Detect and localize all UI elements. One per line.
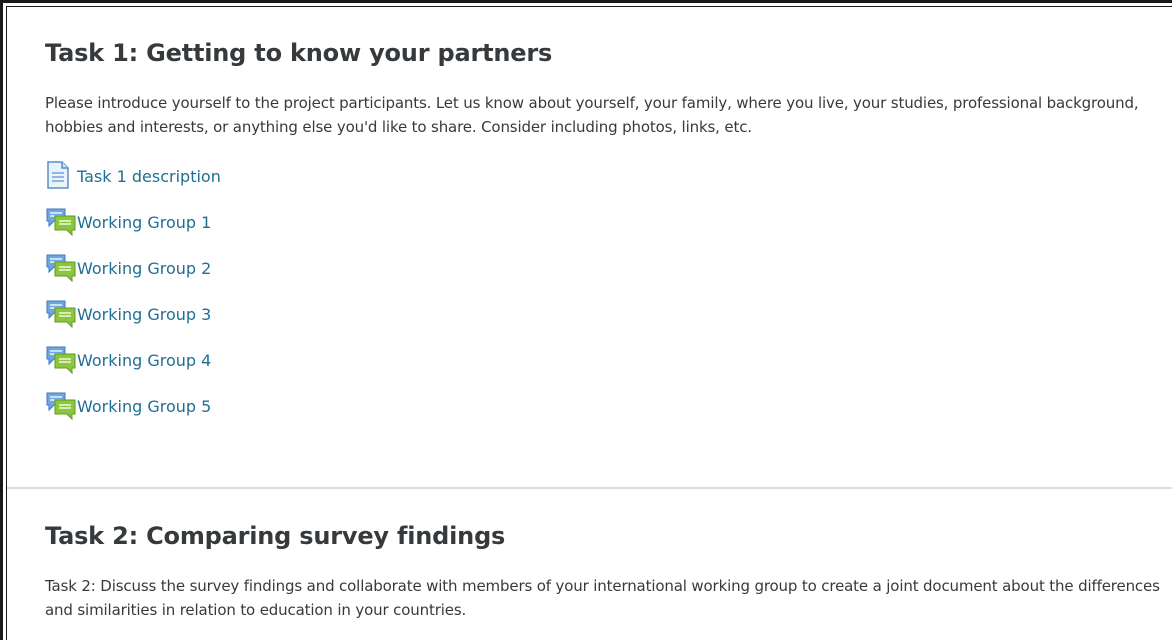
- activity-link[interactable]: Working Group 4: [77, 351, 211, 370]
- section-divider: [7, 487, 1172, 489]
- forum-icon: [45, 298, 77, 330]
- forum-icon: [45, 206, 77, 238]
- window-frame: Task 1: Getting to know your partners Pl…: [0, 0, 1172, 640]
- section-title: Task 2: Comparing survey findings: [45, 522, 506, 550]
- page-icon: [45, 160, 77, 192]
- activity-item-working-group-4[interactable]: Working Group 4: [45, 337, 1162, 383]
- course-section-task1: Task 1: Getting to know your partners Pl…: [45, 37, 1162, 429]
- activity-item-working-group-3[interactable]: Working Group 3: [45, 291, 1162, 337]
- activity-link[interactable]: Working Group 3: [77, 305, 211, 324]
- activity-link[interactable]: Working Group 2: [77, 259, 211, 278]
- course-section-task2: Task 2: Comparing survey findings Task 2…: [45, 520, 1162, 622]
- activity-list: Task 1 description Working Group 1 Worki…: [45, 153, 1162, 429]
- section-summary: Please introduce yourself to the project…: [45, 94, 1139, 136]
- forum-icon: [45, 252, 77, 284]
- activity-item-task1-description[interactable]: Task 1 description: [45, 153, 1162, 199]
- forum-icon: [45, 344, 77, 376]
- activity-link[interactable]: Working Group 1: [77, 213, 211, 232]
- activity-item-working-group-5[interactable]: Working Group 5: [45, 383, 1162, 429]
- activity-link[interactable]: Task 1 description: [77, 167, 221, 186]
- section-summary: Task 2: Discuss the survey findings and …: [45, 577, 1160, 619]
- activity-item-working-group-1[interactable]: Working Group 1: [45, 199, 1162, 245]
- activity-item-working-group-2[interactable]: Working Group 2: [45, 245, 1162, 291]
- forum-icon: [45, 390, 77, 422]
- section-title: Task 1: Getting to know your partners: [45, 39, 553, 67]
- activity-link[interactable]: Working Group 5: [77, 397, 211, 416]
